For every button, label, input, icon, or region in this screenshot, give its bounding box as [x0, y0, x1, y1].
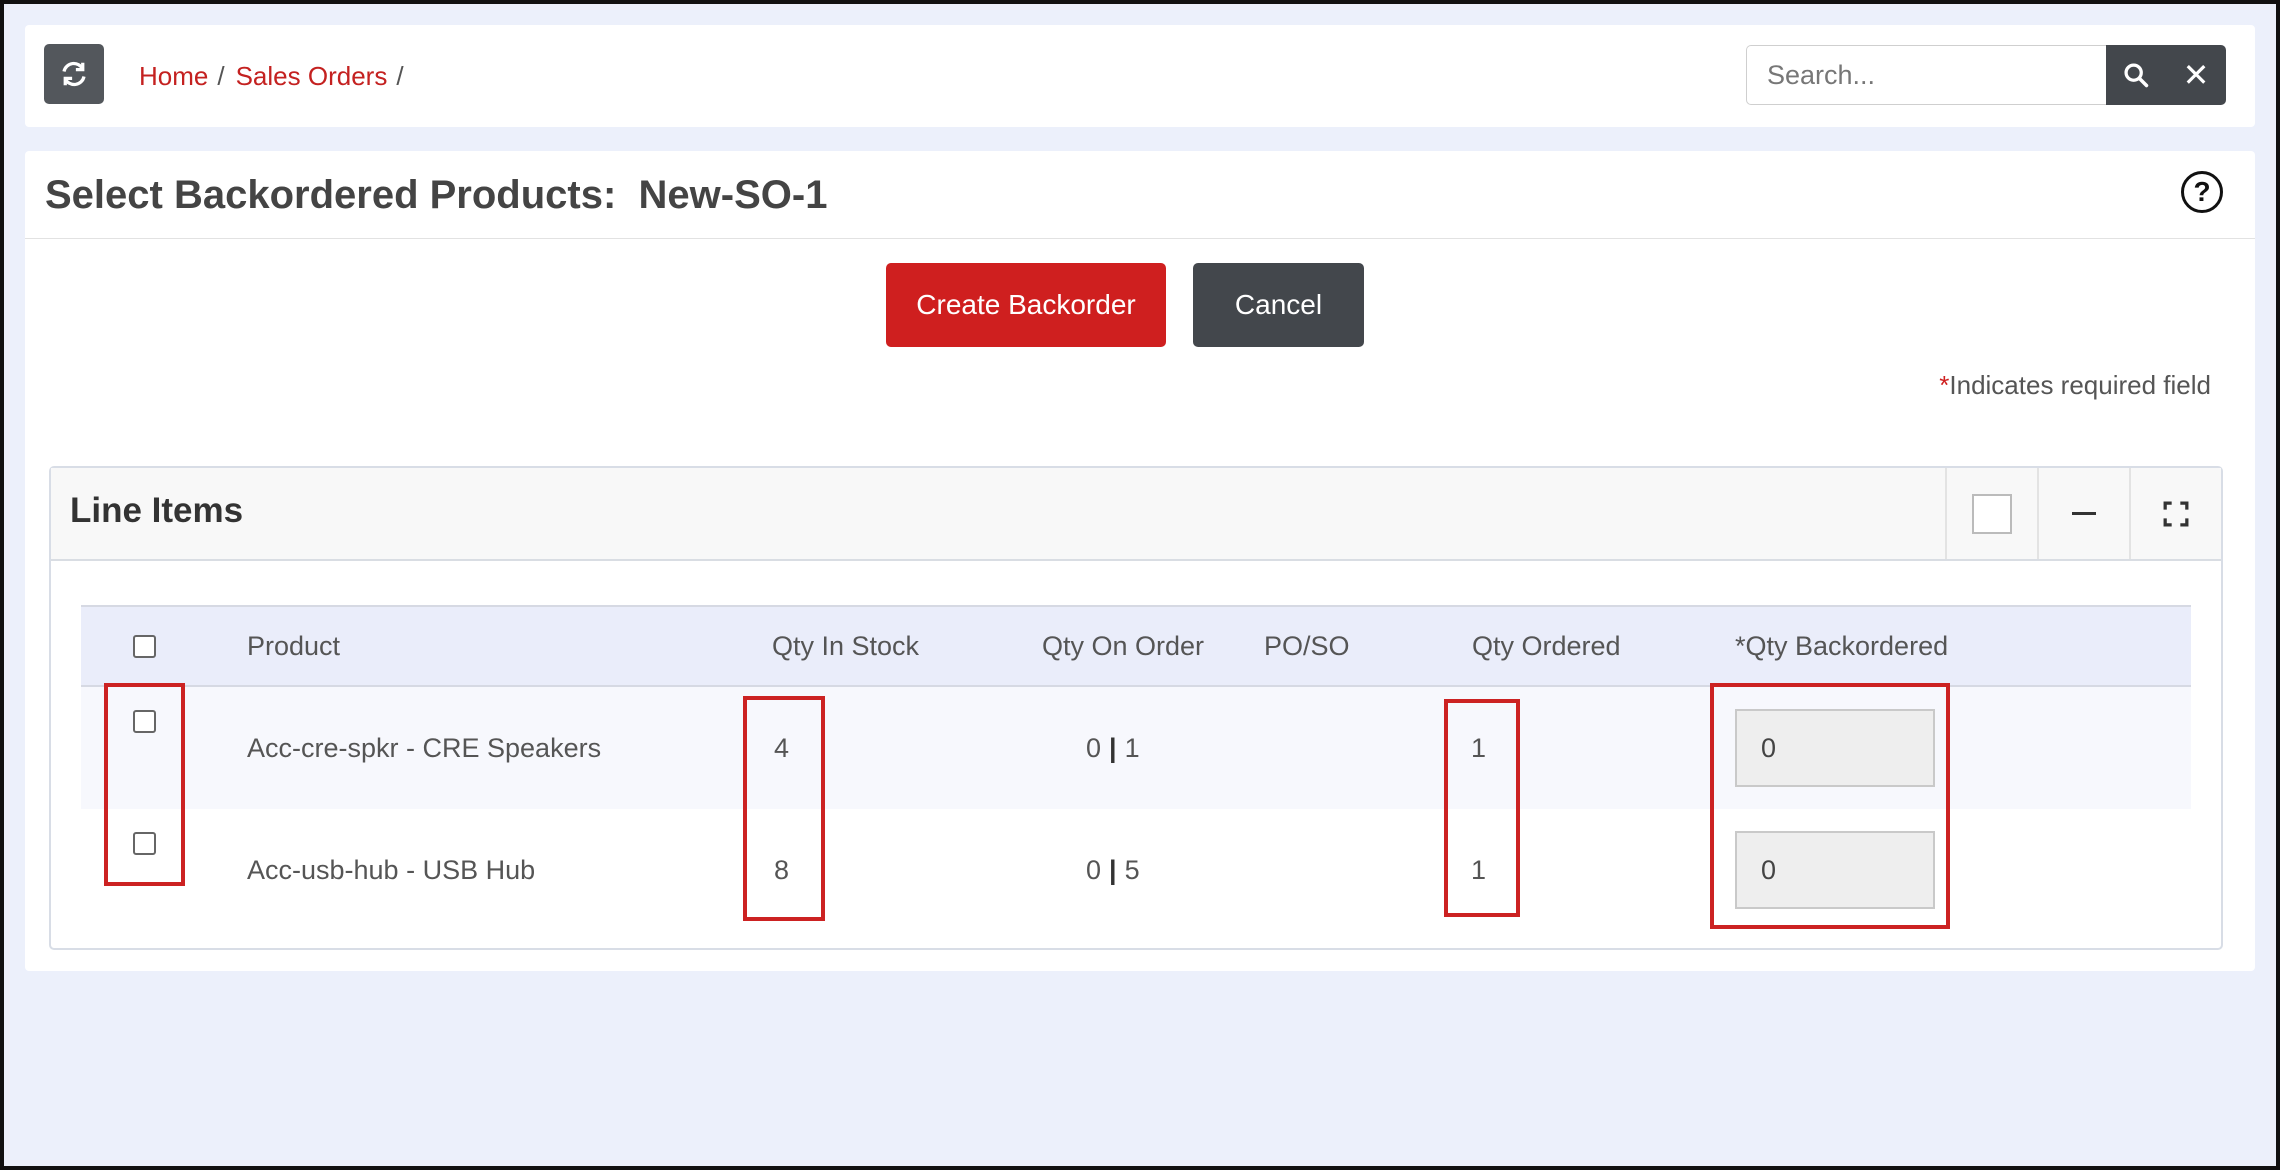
card-tools [1945, 468, 2221, 559]
on-order-value: 0 [1086, 732, 1102, 763]
breadcrumb: Home / Sales Orders / [139, 59, 415, 93]
select-all-checkbox[interactable] [133, 634, 156, 658]
table-row: Acc-cre-spkr - CRE Speakers 4 0 | 1 1 [81, 687, 2191, 809]
on-order-value: 0 [1086, 854, 1102, 885]
qty-ordered-cell: 1 [1471, 854, 1487, 885]
main-panel: Select Backordered Products: New-SO-1 ? … [25, 151, 2255, 971]
refresh-button[interactable] [44, 44, 104, 104]
qty-on-order-cell: 0 | 5 [1086, 809, 1140, 931]
column-header-qty-on-order[interactable]: Qty On Order [1042, 607, 1204, 685]
qty-in-stock-cell: 8 [774, 854, 790, 885]
help-icon-glyph: ? [2193, 176, 2211, 207]
action-bar: Create Backorder Cancel [25, 263, 2255, 347]
qty-backordered-input[interactable] [1735, 831, 1935, 909]
cancel-button[interactable]: Cancel [1193, 263, 1364, 347]
search-button[interactable] [2106, 45, 2166, 105]
required-note-text: Indicates required field [1949, 370, 2211, 400]
qty-ordered-cell: 1 [1471, 732, 1487, 763]
panel-header: Select Backordered Products: New-SO-1 ? [25, 151, 2255, 239]
qty-in-stock-cell: 4 [774, 732, 790, 763]
search-input[interactable] [1746, 45, 2106, 105]
card-select-toggle[interactable] [1945, 468, 2037, 559]
refresh-icon [62, 61, 86, 87]
column-header-qty-in-stock[interactable]: Qty In Stock [772, 607, 919, 685]
line-items-card: Line Items Product Qty In Stock Qty On O… [49, 466, 2223, 950]
close-icon: ✕ [2182, 57, 2210, 93]
create-backorder-button[interactable]: Create Backorder [886, 263, 1166, 347]
line-items-title: Line Items [70, 491, 244, 530]
qty-on-order-cell: 0 | 1 [1086, 687, 1140, 809]
minus-icon [2072, 512, 2096, 515]
table-header: Product Qty In Stock Qty On Order PO/SO … [81, 605, 2191, 687]
column-header-qty-ordered[interactable]: Qty Ordered [1472, 607, 1621, 685]
top-bar: Home / Sales Orders / ✕ [25, 25, 2255, 127]
row-select-checkbox[interactable] [133, 832, 156, 855]
on-order-value: 5 [1124, 854, 1140, 885]
square-icon [1972, 493, 2012, 534]
line-items-header: Line Items [51, 468, 2221, 561]
help-icon[interactable]: ? [2181, 171, 2223, 213]
breadcrumb-home-link[interactable]: Home [139, 61, 208, 92]
fullscreen-button[interactable] [2129, 468, 2221, 559]
row-select-checkbox[interactable] [133, 710, 156, 733]
clear-search-button[interactable]: ✕ [2166, 45, 2226, 105]
product-cell: Acc-usb-hub - USB Hub [247, 854, 536, 885]
column-header-po-so[interactable]: PO/SO [1264, 607, 1350, 685]
required-star: * [1939, 370, 1950, 400]
breadcrumb-separator: / [396, 60, 404, 91]
column-header-product[interactable]: Product [247, 607, 340, 685]
search-group: ✕ [1746, 45, 2226, 105]
table-row: Acc-usb-hub - USB Hub 8 0 | 5 1 [81, 809, 2191, 931]
qty-backordered-input[interactable] [1735, 709, 1935, 787]
line-items-table: Product Qty In Stock Qty On Order PO/SO … [81, 605, 2191, 931]
required-field-note: *Indicates required field [1939, 370, 2211, 401]
page-title: Select Backordered Products: New-SO-1 [45, 173, 828, 217]
column-header-qty-backordered[interactable]: *Qty Backordered [1735, 607, 1948, 685]
divider: | [1109, 732, 1117, 763]
expand-icon [2163, 501, 2189, 526]
search-icon [2124, 63, 2149, 88]
product-cell: Acc-cre-spkr - CRE Speakers [247, 732, 602, 763]
collapse-button[interactable] [2037, 468, 2129, 559]
breadcrumb-separator: / [217, 60, 225, 91]
divider: | [1109, 854, 1117, 885]
on-order-value: 1 [1124, 732, 1140, 763]
breadcrumb-sales-orders-link[interactable]: Sales Orders [236, 61, 388, 92]
